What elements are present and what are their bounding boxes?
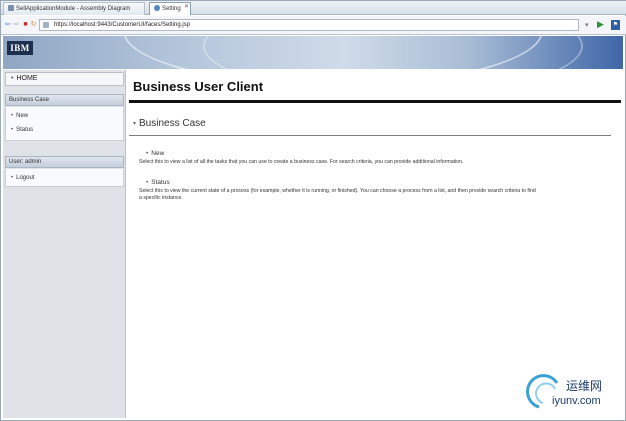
sidebar-section-title: Business Case — [9, 97, 50, 103]
item-new-link[interactable]: • New — [146, 150, 164, 157]
dropdown-arrow-icon[interactable]: ▾ — [585, 21, 589, 29]
tab-bar: SellApplicationModule - Assembly Diagram… — [1, 1, 626, 15]
back-icon[interactable]: ⇦ — [4, 21, 11, 28]
sidebar-links-business-case: • New • Status — [5, 107, 124, 141]
address-bar: ⇦ ⇨ ■ ↻ https://localhost:9443/CustomerU… — [1, 16, 626, 35]
sidebar-section-title: User: admin — [9, 159, 42, 165]
diagram-icon — [8, 5, 14, 12]
item-status-description: Select this to view the current state of… — [139, 188, 536, 201]
bullet-icon: • — [146, 179, 149, 186]
sidebar-links-user: • Logout — [5, 169, 124, 187]
watermark-text-en: iyunv.com — [552, 395, 601, 407]
sidebar: • HOME Business Case • New • Status User: a… — [3, 70, 126, 418]
go-icon[interactable]: ▶ — [597, 20, 604, 29]
tab-label: Setting — [162, 6, 181, 12]
collapse-triangle-icon[interactable]: ▾ — [133, 121, 136, 127]
page-title: Business User Client — [133, 79, 264, 94]
globe-icon — [154, 5, 160, 12]
banner-swoosh — [203, 36, 583, 69]
bullet-icon: • — [11, 113, 14, 119]
forward-icon[interactable]: ⇨ — [13, 21, 20, 28]
stop-icon[interactable]: ■ — [22, 21, 29, 28]
section-title: Business Case — [139, 118, 206, 129]
sidebar-item-label: New — [16, 113, 29, 119]
bullet-icon: • — [11, 175, 14, 181]
bullet-icon: • — [11, 75, 14, 82]
page-icon — [43, 22, 49, 28]
bullet-icon: • — [146, 150, 149, 157]
sidebar-item-label: Status — [16, 127, 34, 133]
section-header[interactable]: ▾ Business Case — [133, 118, 206, 129]
close-icon[interactable]: ✕ — [183, 4, 190, 11]
sidebar-item-logout[interactable]: • Logout — [6, 171, 123, 185]
sidebar-item-new[interactable]: • New — [6, 109, 123, 123]
header-banner: IBM — [3, 36, 623, 69]
sidebar-section-business-case: Business Case — [5, 94, 124, 106]
title-divider — [129, 100, 621, 103]
sidebar-item-label: Logout — [16, 175, 35, 181]
watermark-text-cn: 运维网 — [566, 379, 603, 393]
ibm-logo: IBM — [7, 41, 33, 55]
url-input[interactable]: https://localhost:9443/CustomerUI/faces/… — [39, 19, 579, 31]
tab-label: SellApplicationModule - Assembly Diagram — [16, 6, 131, 12]
sidebar-section-user: User: admin — [5, 156, 124, 168]
item-title: New — [151, 150, 165, 157]
sidebar-item-label: HOME — [16, 75, 38, 82]
main-content: Business User Client ▾ Business Case • New… — [127, 70, 623, 418]
item-title: Status — [151, 179, 170, 186]
bookmark-icon[interactable]: ⚑ — [611, 20, 620, 30]
sidebar-item-home[interactable]: • HOME — [5, 72, 124, 86]
sidebar-item-status[interactable]: • Status — [6, 123, 123, 137]
item-new-description: Select this to view a list of all the ta… — [139, 159, 464, 165]
tab-assembly-diagram[interactable]: SellApplicationModule - Assembly Diagram — [3, 2, 145, 15]
section-divider — [129, 135, 611, 136]
refresh-icon[interactable]: ↻ — [30, 21, 37, 28]
browser-window: SellApplicationModule - Assembly Diagram… — [0, 0, 626, 421]
bullet-icon: • — [11, 127, 14, 133]
item-status-link[interactable]: • Status — [146, 179, 170, 186]
